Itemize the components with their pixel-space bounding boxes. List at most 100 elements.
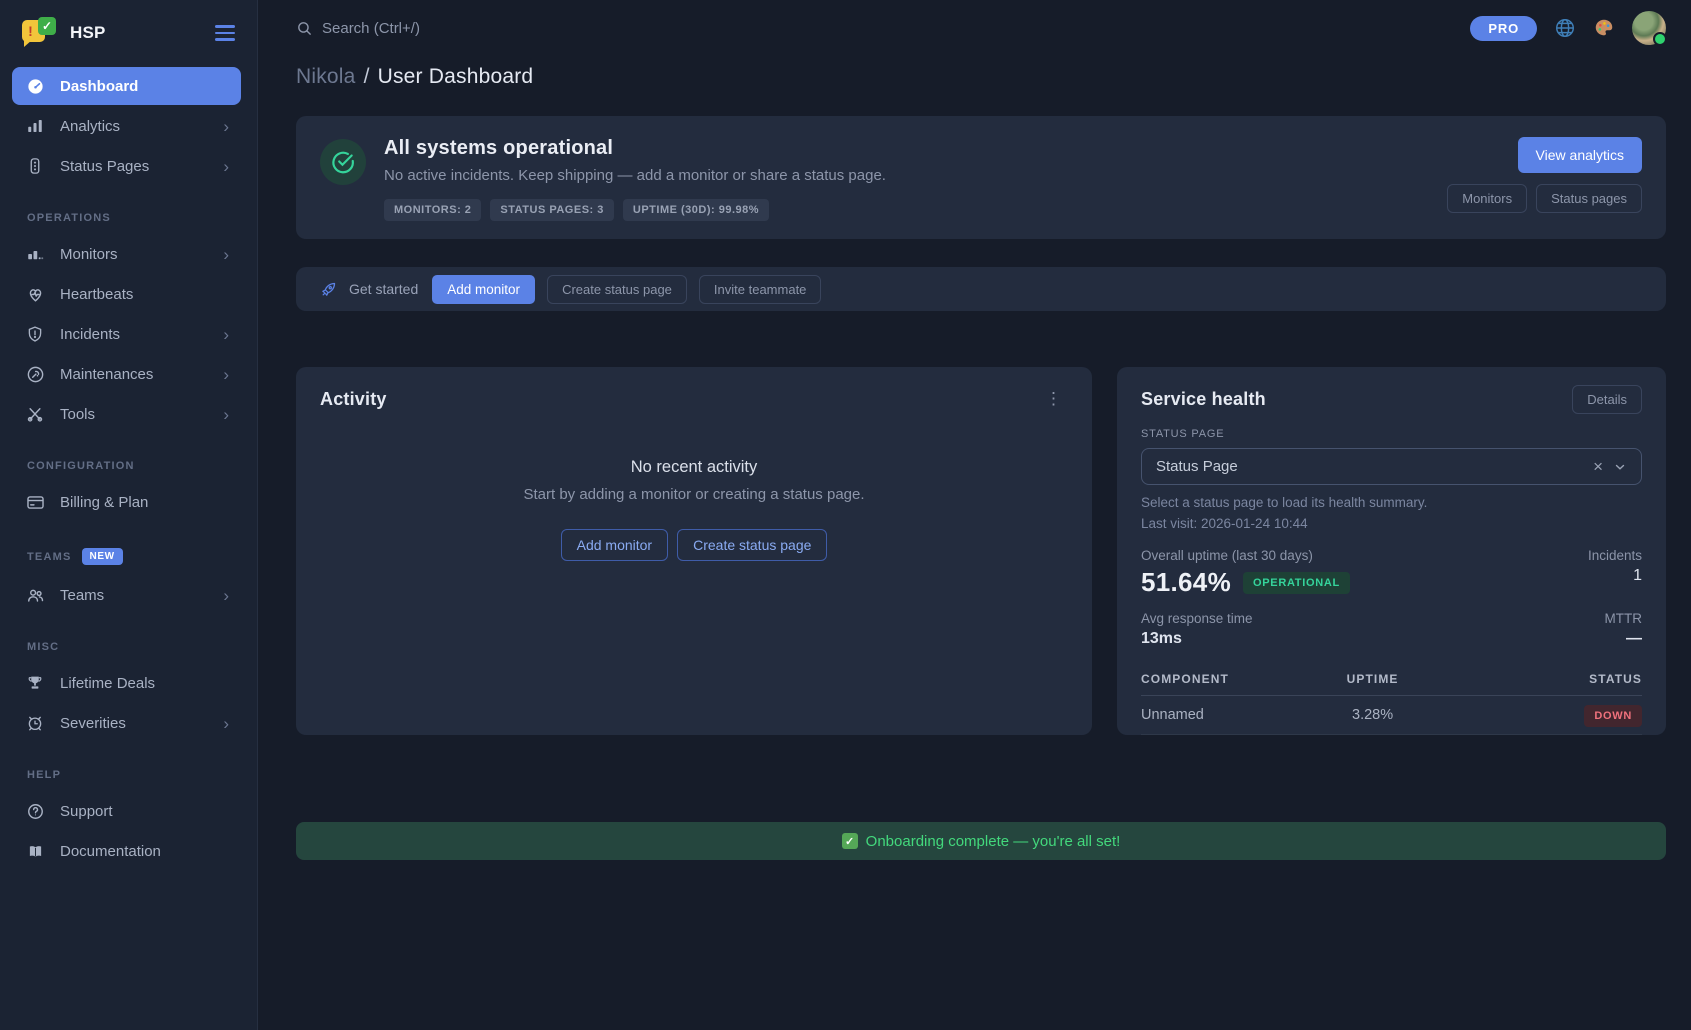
- chevron-right-icon: [223, 246, 229, 263]
- chevron-down-icon[interactable]: [1613, 460, 1627, 474]
- sidebar-section-teams: TEAMS NEW: [0, 523, 257, 574]
- last-visit-text: Last visit: 2026-01-24 10:44: [1141, 516, 1642, 531]
- sidebar-item-label: Heartbeats: [60, 286, 133, 303]
- sidebar: ! ✓ HSP Dashboard Analytics Status Pages…: [0, 0, 258, 1030]
- heartbeat-icon: [25, 284, 45, 304]
- monitor-bars-icon: [25, 244, 45, 264]
- mttr-label: MTTR: [1605, 611, 1643, 626]
- brand-row: ! ✓ HSP: [0, 13, 257, 53]
- invite-teammate-button[interactable]: Invite teammate: [699, 275, 822, 304]
- sidebar-item-label: Status Pages: [60, 158, 149, 175]
- create-status-page-button[interactable]: Create status page: [547, 275, 687, 304]
- user-avatar[interactable]: [1632, 11, 1666, 45]
- status-pages-button[interactable]: Status pages: [1536, 184, 1642, 213]
- sidebar-section-misc: MISC: [0, 616, 257, 662]
- sidebar-item-analytics[interactable]: Analytics: [12, 107, 241, 145]
- topbar: Search (Ctrl+/) PRO: [296, 0, 1666, 56]
- add-monitor-button[interactable]: Add monitor: [432, 275, 535, 304]
- status-hero-card: All systems operational No active incide…: [296, 116, 1666, 239]
- hamburger-menu-icon[interactable]: [215, 25, 235, 41]
- brand-name: HSP: [70, 23, 106, 43]
- component-uptime: 100.00%: [1316, 735, 1430, 736]
- sidebar-item-heartbeats[interactable]: Heartbeats: [12, 275, 241, 313]
- speedometer-icon: [25, 76, 45, 96]
- check-emoji-icon: [842, 833, 858, 849]
- search-input[interactable]: Search (Ctrl+/): [296, 20, 420, 37]
- search-icon: [296, 20, 313, 37]
- banner-text: Onboarding complete — you're all set!: [866, 833, 1121, 850]
- column-header-component: COMPONENT: [1141, 663, 1316, 696]
- activity-empty-state: No recent activity Start by adding a mon…: [296, 411, 1092, 735]
- main-content: Search (Ctrl+/) PRO Nikola/User Dashboar…: [258, 0, 1691, 1030]
- credit-card-icon: [25, 492, 45, 512]
- down-status-badge: DOWN: [1584, 705, 1642, 727]
- status-page-select[interactable]: Status Page: [1141, 448, 1642, 485]
- chevron-right-icon: [223, 406, 229, 423]
- pro-plan-badge[interactable]: PRO: [1470, 16, 1537, 41]
- breadcrumb: Nikola/User Dashboard: [296, 65, 1666, 89]
- chevron-right-icon: [223, 326, 229, 343]
- sidebar-item-dashboard[interactable]: Dashboard: [12, 67, 241, 105]
- sidebar-item-severities[interactable]: Severities: [12, 704, 241, 742]
- search-placeholder: Search (Ctrl+/): [322, 20, 420, 37]
- onboarding-complete-banner: Onboarding complete — you're all set!: [296, 822, 1666, 860]
- activity-card: Activity No recent activity Start by add…: [296, 367, 1092, 735]
- globe-icon[interactable]: [1554, 17, 1576, 39]
- question-icon: [25, 801, 45, 821]
- sidebar-item-label: Analytics: [60, 118, 120, 135]
- sidebar-section-configuration: CONFIGURATION: [0, 435, 257, 481]
- clear-selection-icon[interactable]: [1593, 458, 1603, 475]
- monitors-button[interactable]: Monitors: [1447, 184, 1527, 213]
- get-started-label: Get started: [349, 281, 418, 297]
- details-button[interactable]: Details: [1572, 385, 1642, 414]
- sidebar-item-label: Billing & Plan: [60, 494, 148, 511]
- select-helper-text: Select a status page to load its health …: [1141, 495, 1642, 510]
- sidebar-item-label: Documentation: [60, 843, 161, 860]
- sidebar-item-tools[interactable]: Tools: [12, 395, 241, 433]
- monitors-count-badge: MONITORS: 2: [384, 199, 481, 221]
- sidebar-item-label: Lifetime Deals: [60, 675, 155, 692]
- sidebar-item-support[interactable]: Support: [12, 792, 241, 830]
- sidebar-item-maintenances[interactable]: Maintenances: [12, 355, 241, 393]
- table-row: Unnamed 100.00% OPERATIONAL: [1141, 735, 1642, 736]
- status-page-select-label: STATUS PAGE: [1141, 428, 1642, 440]
- sidebar-item-teams[interactable]: Teams: [12, 576, 241, 614]
- kebab-menu-icon[interactable]: [1039, 387, 1068, 411]
- sidebar-item-monitors[interactable]: Monitors: [12, 235, 241, 273]
- incidents-value: 1: [1588, 567, 1642, 585]
- alarm-clock-icon: [25, 713, 45, 733]
- chevron-right-icon: [223, 715, 229, 732]
- uptime-value: 51.64%: [1141, 567, 1231, 598]
- tools-icon: [25, 404, 45, 424]
- maintenance-icon: [25, 364, 45, 384]
- sidebar-item-label: Teams: [60, 587, 104, 604]
- add-monitor-button[interactable]: Add monitor: [561, 529, 668, 561]
- column-header-status: STATUS: [1429, 663, 1642, 696]
- sidebar-item-incidents[interactable]: Incidents: [12, 315, 241, 353]
- sidebar-item-status-pages[interactable]: Status Pages: [12, 147, 241, 185]
- uptime-30d-badge: UPTIME (30D): 99.98%: [623, 199, 769, 221]
- avg-response-value: 13ms: [1141, 630, 1253, 648]
- theme-palette-icon[interactable]: [1593, 17, 1615, 39]
- create-status-page-button[interactable]: Create status page: [677, 529, 827, 561]
- sidebar-section-help: HELP: [0, 744, 257, 790]
- trophy-icon: [25, 673, 45, 693]
- chevron-right-icon: [223, 158, 229, 175]
- empty-state-subtitle: Start by adding a monitor or creating a …: [523, 486, 864, 503]
- avg-response-label: Avg response time: [1141, 611, 1253, 626]
- chevron-right-icon: [223, 366, 229, 383]
- column-header-uptime: UPTIME: [1316, 663, 1430, 696]
- sidebar-item-label: Dashboard: [60, 78, 138, 95]
- view-analytics-button[interactable]: View analytics: [1518, 137, 1642, 173]
- sidebar-item-label: Monitors: [60, 246, 118, 263]
- mttr-value: —: [1605, 630, 1643, 648]
- sidebar-item-billing-plan[interactable]: Billing & Plan: [12, 483, 241, 521]
- components-table: COMPONENT UPTIME STATUS Unnamed 3.28% DO…: [1141, 663, 1642, 735]
- sidebar-item-label: Severities: [60, 715, 126, 732]
- hero-title: All systems operational: [384, 137, 886, 160]
- component-uptime: 3.28%: [1316, 696, 1430, 735]
- breadcrumb-parent[interactable]: Nikola: [296, 65, 356, 88]
- sidebar-item-documentation[interactable]: Documentation: [12, 832, 241, 870]
- table-row: Unnamed 3.28% DOWN: [1141, 696, 1642, 735]
- sidebar-item-lifetime-deals[interactable]: Lifetime Deals: [12, 664, 241, 702]
